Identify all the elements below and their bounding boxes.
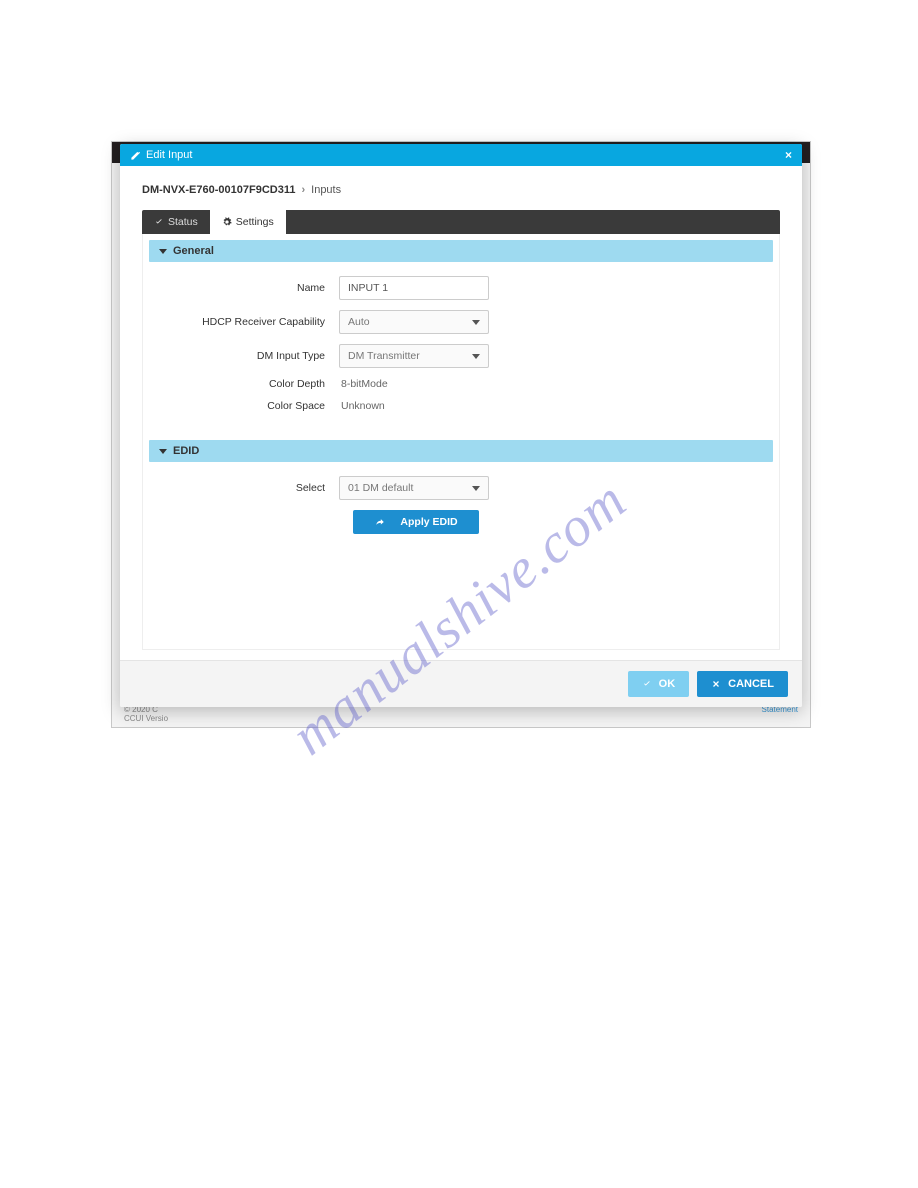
breadcrumb: DM-NVX-E760-00107F9CD311 › Inputs — [142, 184, 780, 196]
edit-icon — [130, 150, 141, 161]
tab-status[interactable]: Status — [142, 210, 210, 234]
footer-statement-link[interactable]: Statement — [762, 705, 798, 723]
row-dm-input-type: DM Input Type DM Transmitter — [159, 344, 763, 368]
section-title-edid: EDID — [173, 445, 199, 457]
breadcrumb-current: Inputs — [311, 184, 341, 196]
label-color-space: Color Space — [159, 400, 339, 412]
modal-footer: OK CANCEL — [120, 660, 802, 707]
chevron-down-icon — [472, 354, 480, 359]
row-name: Name — [159, 276, 763, 300]
close-icon — [711, 679, 721, 689]
gear-icon — [222, 217, 232, 227]
edid-select[interactable]: 01 DM default — [339, 476, 489, 500]
app-window: CRESTRON DM-N ▼ ✔ St ▸ ▸ ▸ ▸ ▾ ▸ © 2020 … — [111, 141, 811, 728]
check-icon — [154, 217, 164, 227]
check-icon — [642, 679, 652, 689]
general-form: Name HDCP Receiver Capability Auto DM In… — [149, 262, 773, 440]
modal-title: Edit Input — [146, 149, 192, 161]
dm-input-type-select[interactable]: DM Transmitter — [339, 344, 489, 368]
chevron-down-icon — [159, 449, 167, 454]
color-depth-value: 8-bitMode — [339, 378, 388, 390]
chevron-down-icon — [472, 486, 480, 491]
edid-select-value: 01 DM default — [348, 482, 413, 494]
row-color-depth: Color Depth 8-bitMode — [159, 378, 763, 390]
forward-icon — [374, 517, 386, 527]
label-hdcp: HDCP Receiver Capability — [159, 316, 339, 328]
chevron-down-icon — [159, 249, 167, 254]
footer-left: © 2020 C CCUI Versio — [124, 705, 168, 723]
dm-input-type-value: DM Transmitter — [348, 350, 420, 362]
ok-button[interactable]: OK — [628, 671, 690, 697]
row-edid-select: Select 01 DM default — [159, 476, 763, 500]
close-icon[interactable]: × — [785, 148, 792, 162]
tab-status-label: Status — [168, 216, 198, 228]
row-hdcp: HDCP Receiver Capability Auto — [159, 310, 763, 334]
app-window-inner: CRESTRON DM-N ▼ ✔ St ▸ ▸ ▸ ▸ ▾ ▸ © 2020 … — [112, 142, 810, 727]
apply-edid-button[interactable]: Apply EDID — [353, 510, 479, 534]
modal-header: Edit Input × — [120, 144, 802, 166]
hdcp-value: Auto — [348, 316, 370, 328]
breadcrumb-device[interactable]: DM-NVX-E760-00107F9CD311 — [142, 184, 295, 196]
section-header-edid[interactable]: EDID — [149, 440, 773, 462]
cancel-button[interactable]: CANCEL — [697, 671, 788, 697]
settings-panel[interactable]: General Name HDCP Receiver Capability Au… — [142, 234, 780, 650]
modal-tabbar: Status Settings — [142, 210, 780, 234]
label-edid-select: Select — [159, 482, 339, 494]
label-color-depth: Color Depth — [159, 378, 339, 390]
tab-settings[interactable]: Settings — [210, 210, 286, 234]
color-space-value: Unknown — [339, 400, 385, 412]
label-name: Name — [159, 282, 339, 294]
row-color-space: Color Space Unknown — [159, 400, 763, 412]
tab-settings-label: Settings — [236, 216, 274, 228]
cancel-label: CANCEL — [728, 678, 774, 690]
section-header-general[interactable]: General — [149, 240, 773, 262]
hdcp-select[interactable]: Auto — [339, 310, 489, 334]
edid-form: Select 01 DM default Apply EDID — [149, 462, 773, 552]
apply-edid-label: Apply EDID — [400, 516, 457, 528]
name-input[interactable] — [339, 276, 489, 300]
chevron-down-icon — [472, 320, 480, 325]
label-dm-input-type: DM Input Type — [159, 350, 339, 362]
version-text: CCUI Versio — [124, 714, 168, 723]
edit-input-modal: Edit Input × DM-NVX-E760-00107F9CD311 › … — [120, 144, 802, 707]
ok-label: OK — [659, 678, 676, 690]
modal-body: DM-NVX-E760-00107F9CD311 › Inputs Status… — [120, 166, 802, 660]
chevron-right-icon: › — [301, 184, 305, 196]
section-title-general: General — [173, 245, 214, 257]
